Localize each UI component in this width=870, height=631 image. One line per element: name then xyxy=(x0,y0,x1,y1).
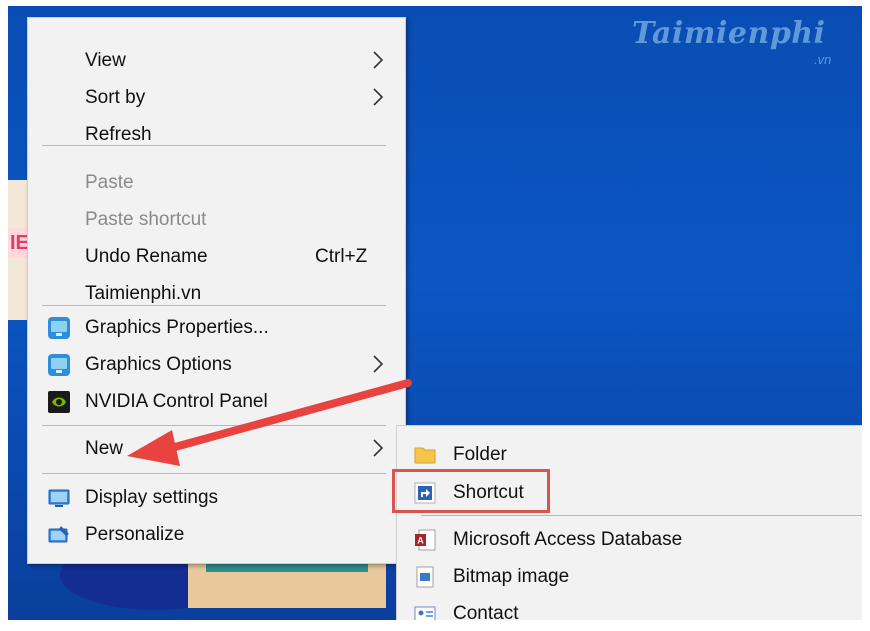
submenu-item-label: Microsoft Access Database xyxy=(453,529,683,550)
menu-item-label: New xyxy=(85,438,124,459)
submenu-item-folder[interactable]: Folder xyxy=(397,438,865,472)
menu-item-graphics-options[interactable]: Graphics Options xyxy=(28,348,405,382)
chevron-right-icon xyxy=(373,439,384,457)
menu-item-label: Display settings xyxy=(85,487,219,508)
menu-item-label: Graphics Options xyxy=(85,354,232,375)
shortcut-icon xyxy=(414,482,436,504)
menu-item-label: Undo Rename xyxy=(85,246,208,267)
menu-separator xyxy=(42,473,386,474)
chevron-right-icon xyxy=(373,355,384,373)
menu-item-label: Sort by xyxy=(85,87,146,108)
intel-graphics-icon xyxy=(48,354,70,376)
submenu-item-label: Folder xyxy=(453,444,507,465)
submenu-item-label: Bitmap image xyxy=(453,566,570,587)
display-icon xyxy=(48,489,70,507)
chevron-right-icon xyxy=(373,88,384,106)
access-icon: A xyxy=(415,529,436,551)
menu-item-label: Taimienphi.vn xyxy=(85,283,202,304)
menu-item-undo-rename[interactable]: Undo Rename Ctrl+Z xyxy=(28,240,405,274)
menu-separator xyxy=(42,145,386,146)
menu-item-label: View xyxy=(85,50,126,71)
submenu-separator xyxy=(421,515,870,516)
personalize-icon xyxy=(48,526,69,543)
svg-text:A: A xyxy=(417,536,424,546)
menu-item-label: Refresh xyxy=(85,124,152,145)
menu-item-label: Paste xyxy=(85,172,134,193)
menu-item-sort-by[interactable]: Sort by xyxy=(28,81,405,115)
menu-item-label: Graphics Properties... xyxy=(85,317,269,338)
menu-item-new[interactable]: New xyxy=(28,432,405,466)
image-border-right xyxy=(862,0,870,627)
new-submenu: Folder Shortcut A Microsoft Access Datab… xyxy=(392,425,870,627)
menu-item-view[interactable]: View xyxy=(28,44,405,78)
menu-item-personalize[interactable]: Personalize xyxy=(28,518,405,552)
submenu-item-access-database[interactable]: A Microsoft Access Database xyxy=(397,523,865,557)
menu-item-paste[interactable]: Paste xyxy=(28,166,405,200)
menu-item-nvidia-control-panel[interactable]: NVIDIA Control Panel xyxy=(28,385,405,419)
shortcut-hint: Ctrl+Z xyxy=(315,246,368,267)
menu-item-display-settings[interactable]: Display settings xyxy=(28,481,405,515)
menu-separator xyxy=(42,305,386,306)
submenu-item-label: Shortcut xyxy=(453,482,524,503)
image-border-left xyxy=(0,0,8,627)
bitmap-icon xyxy=(416,566,434,588)
menu-item-label: Personalize xyxy=(85,524,185,545)
menu-item-graphics-properties[interactable]: Graphics Properties... xyxy=(28,311,405,345)
image-border-top xyxy=(0,0,870,6)
intel-graphics-icon xyxy=(48,317,70,339)
menu-item-paste-shortcut[interactable]: Paste shortcut xyxy=(28,203,405,237)
chevron-right-icon xyxy=(373,51,384,69)
nvidia-icon xyxy=(48,391,70,413)
menu-item-refresh[interactable]: Refresh xyxy=(28,118,405,152)
menu-separator xyxy=(42,425,386,426)
submenu-item-shortcut[interactable]: Shortcut xyxy=(392,469,865,513)
menu-item-label: Paste shortcut xyxy=(85,209,207,230)
menu-item-label: NVIDIA Control Panel xyxy=(85,391,268,412)
desktop-context-menu: View Sort by Refresh Paste Paste shortcu… xyxy=(27,17,406,564)
watermark-logo: Taimienphi xyxy=(632,16,826,51)
folder-icon xyxy=(414,447,436,464)
image-border-bottom xyxy=(0,620,870,627)
watermark-logo-suffix: .vn xyxy=(814,52,832,67)
submenu-item-bitmap-image[interactable]: Bitmap image xyxy=(397,560,865,594)
